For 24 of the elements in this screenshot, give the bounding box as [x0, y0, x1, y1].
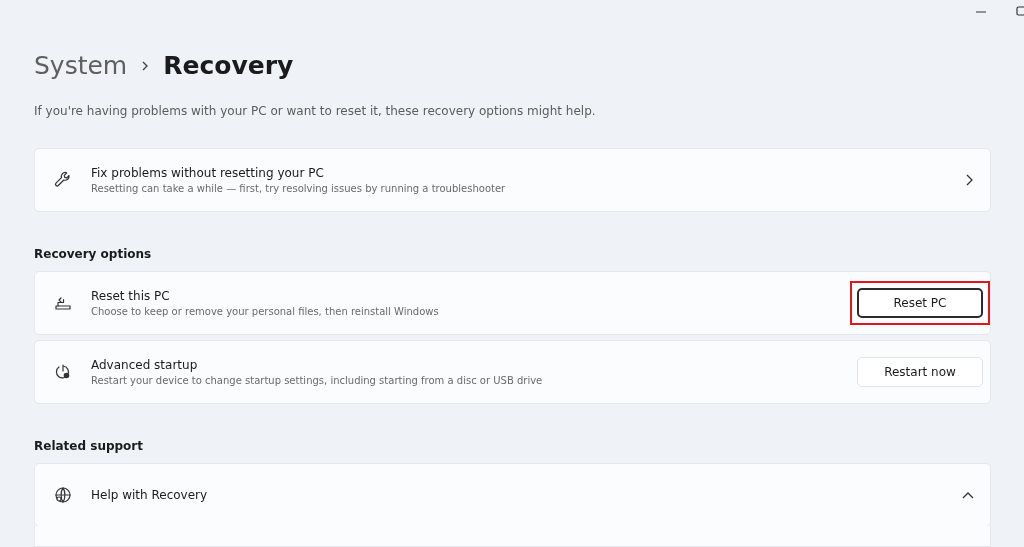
- setting-description: Choose to keep or remove your personal files, then reinstall Windows: [91, 306, 440, 317]
- settings-card[interactable]: Reset this PC Choose to keep or remove your personal files, then reinstall Windows Reset PC: [34, 271, 991, 335]
- breadcrumb-item: Recovery: [163, 51, 294, 80]
- settings-card[interactable]: Fix problems without resetting your PC Resetting can take a while — first, try resolving issues by running a troubleshooter: [34, 148, 991, 212]
- action-button[interactable]: Reset PC: [857, 288, 983, 318]
- setting-title: Reset this PC: [91, 289, 171, 303]
- section-heading: Related support: [34, 439, 144, 453]
- settings-card[interactable]: Help with Recovery: [34, 463, 991, 527]
- page-description: If you're having problems with your PC or want to reset it, these recovery options might help.: [34, 104, 597, 118]
- setting-title: Advanced startup: [91, 358, 199, 372]
- setting-description: Restart your device to change startup settings, including starting from a disc or USB drive: [91, 375, 544, 386]
- breadcrumb-chevron-icon: [141, 59, 150, 72]
- maximize-icon[interactable]: [1016, 6, 1024, 16]
- setting-title: Fix problems without resetting your PC: [91, 166, 325, 180]
- globe-icon: [53, 485, 73, 505]
- section-heading: Recovery options: [34, 247, 153, 261]
- chevron-up-icon[interactable]: [962, 491, 974, 499]
- setting-title: Help with Recovery: [91, 488, 209, 502]
- setting-description: Resetting can take a while — first, try resolving issues by running a troubleshooter: [91, 183, 507, 194]
- settings-card[interactable]: Advanced startup Restart your device to change startup settings, including starting from a disc or USB drive Restart now: [34, 340, 991, 404]
- breadcrumb-item[interactable]: System: [34, 51, 128, 80]
- chevron-right-icon[interactable]: [964, 174, 974, 186]
- action-button[interactable]: Restart now: [857, 357, 983, 387]
- wrench-icon: [53, 170, 73, 190]
